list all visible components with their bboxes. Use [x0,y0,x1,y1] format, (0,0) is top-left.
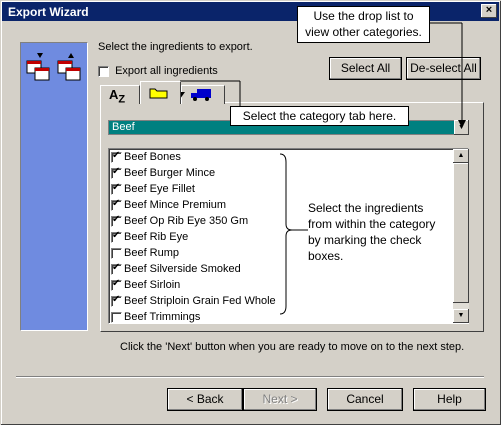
ingredient-checkbox[interactable] [111,182,122,195]
callout-line: by marking the check [308,233,422,247]
ingredient-checkbox[interactable] [111,294,122,307]
callout-line: Use the drop list to [313,9,414,23]
next-button[interactable]: Next > [243,388,317,411]
list-item[interactable]: Beef Rib Eye [111,230,189,247]
export-icon [26,53,81,81]
wizard-side-panel [20,42,88,331]
select-instructions: Select the ingredients to export. [98,41,253,53]
list-item[interactable]: Beef Trimmings [111,311,201,323]
callout-line: Select the category tab here. [242,109,397,123]
window-title: Export Wizard [8,5,89,19]
next-label: Next > [262,392,298,406]
ingredient-checkbox[interactable] [111,311,122,323]
callout-line: from within the category [308,217,436,231]
ingredient-label: Beef Silverside Smoked [124,263,241,275]
ingredient-checkbox[interactable] [111,278,122,291]
ingredient-label: Beef Striploin Grain Fed Whole [124,295,276,307]
callout-line: Select the ingredients [308,201,424,215]
ingredient-label: Beef Mince Premium [124,199,227,211]
tab-alphabetical[interactable]: AZ [100,85,140,106]
close-icon: × [485,4,493,16]
list-item[interactable]: Beef Bones [111,150,181,167]
export-all-checkbox[interactable] [98,65,109,77]
close-button[interactable]: × [481,4,497,18]
callout-droplist: Use the drop list to view other categori… [297,6,430,43]
list-item[interactable]: Beef Striploin Grain Fed Whole [111,294,276,311]
scroll-down-button[interactable]: ▼ [453,309,469,323]
ingredient-label: Beef Sirloin [124,279,181,291]
callout-check-boxes: Select the ingredients from within the c… [308,200,458,264]
export-all-row[interactable]: Export all ingredients [98,65,218,77]
callout-droplist-arrow [430,22,466,128]
callout-bracket [279,153,308,315]
chevron-down-icon: ▼ [457,312,465,319]
list-item[interactable]: Beef Sirloin [111,278,181,295]
chevron-up-icon: ▲ [457,152,465,159]
export-all-label: Export all ingredients [115,65,218,77]
ingredient-label: Beef Op Rib Eye 350 Gm [124,215,249,227]
callout-tab: Select the category tab here. [230,106,409,126]
ingredient-checkbox[interactable] [111,247,122,259]
select-all-button[interactable]: Select All [329,57,402,80]
ingredient-label: Beef Trimmings [124,311,201,323]
separator [16,376,484,378]
list-item[interactable]: Beef Silverside Smoked [111,262,241,279]
scroll-up-button[interactable]: ▲ [453,149,469,163]
ingredient-checkbox[interactable] [111,198,122,211]
alphabetical-sort-icon: AZ [109,87,126,106]
help-button[interactable]: Help [413,388,486,411]
ingredient-checkbox[interactable] [111,166,122,179]
ingredient-label: Beef Burger Mince [124,167,216,179]
ingredient-label: Beef Rump [124,247,180,259]
cancel-button[interactable]: Cancel [327,388,403,411]
callout-line: boxes. [308,249,344,263]
category-selected: Beef [112,121,135,133]
help-label: Help [437,392,462,406]
back-label: < Back [186,392,224,406]
cancel-label: Cancel [346,392,384,406]
list-item[interactable]: Beef Burger Mince [111,166,216,183]
list-item[interactable]: Beef Rump [111,247,179,263]
ingredient-checkbox[interactable] [111,262,122,275]
ingredient-checkbox[interactable] [111,230,122,243]
list-item[interactable]: Beef Op Rib Eye 350 Gm [111,214,249,231]
ingredient-checkbox[interactable] [111,214,122,227]
ingredient-label: Beef Eye Fillet [124,183,195,195]
list-item[interactable]: Beef Mince Premium [111,198,227,215]
tab-category[interactable] [140,81,181,104]
ingredient-label: Beef Rib Eye [124,231,189,243]
list-item[interactable]: Beef Eye Fillet [111,182,195,199]
back-button[interactable]: < Back [167,388,243,411]
folder-icon [149,88,168,99]
ingredient-label: Beef Bones [124,151,181,163]
select-all-label: Select All [340,61,391,75]
footer-hint: Click the 'Next' button when you are rea… [120,341,465,353]
ingredient-checkbox[interactable] [111,150,122,163]
callout-line: view other categories. [305,25,422,39]
